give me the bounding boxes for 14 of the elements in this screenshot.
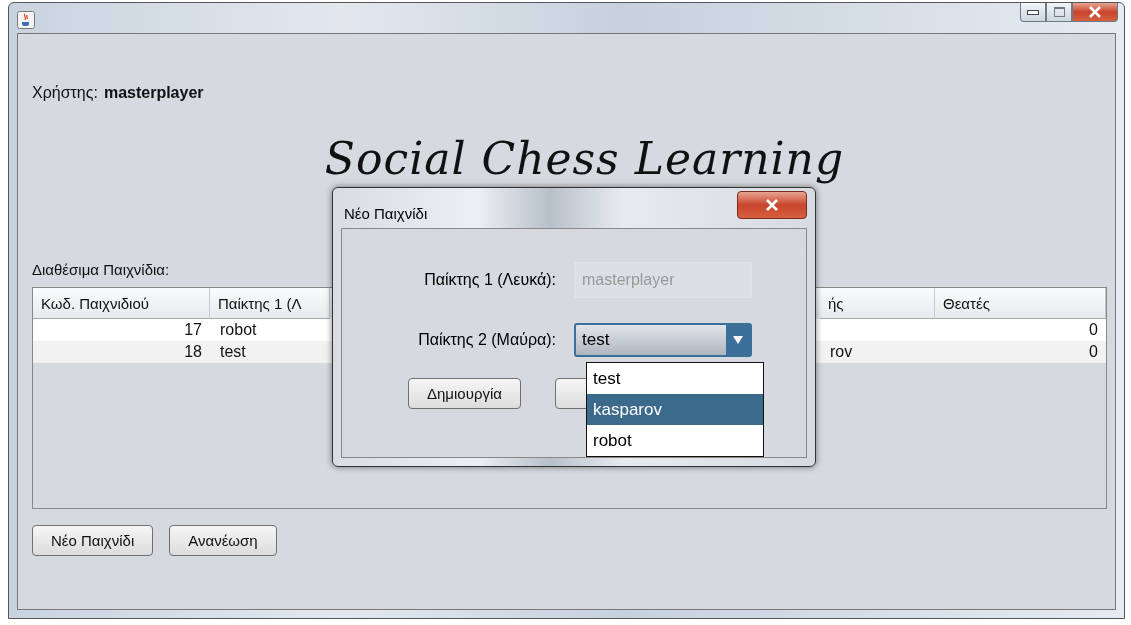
table-cell-text: test — [219, 342, 247, 363]
table-cell-text: 0 — [1088, 320, 1099, 341]
logo-title: Social Chess Learning — [324, 136, 845, 183]
table-cell-text: 17 — [183, 320, 203, 341]
user-name: masterplayer — [103, 84, 204, 102]
user-label: Χρήστης: — [32, 84, 98, 102]
field-label: Παίκτης 2 (Μαύρα): — [417, 331, 557, 349]
section-label: Διαθέσιμα Παιχνίδια: — [32, 261, 170, 279]
table-cell-text: rov — [829, 342, 854, 363]
field-label: Παίκτης 1 (Λευκά): — [423, 271, 557, 289]
table-cell-text: robot — [219, 320, 258, 341]
table-cell-text: 0 — [1088, 342, 1099, 363]
table-cell-text: 18 — [183, 342, 203, 363]
dialog-title: Νέο Παιχνίδι — [344, 205, 428, 222]
